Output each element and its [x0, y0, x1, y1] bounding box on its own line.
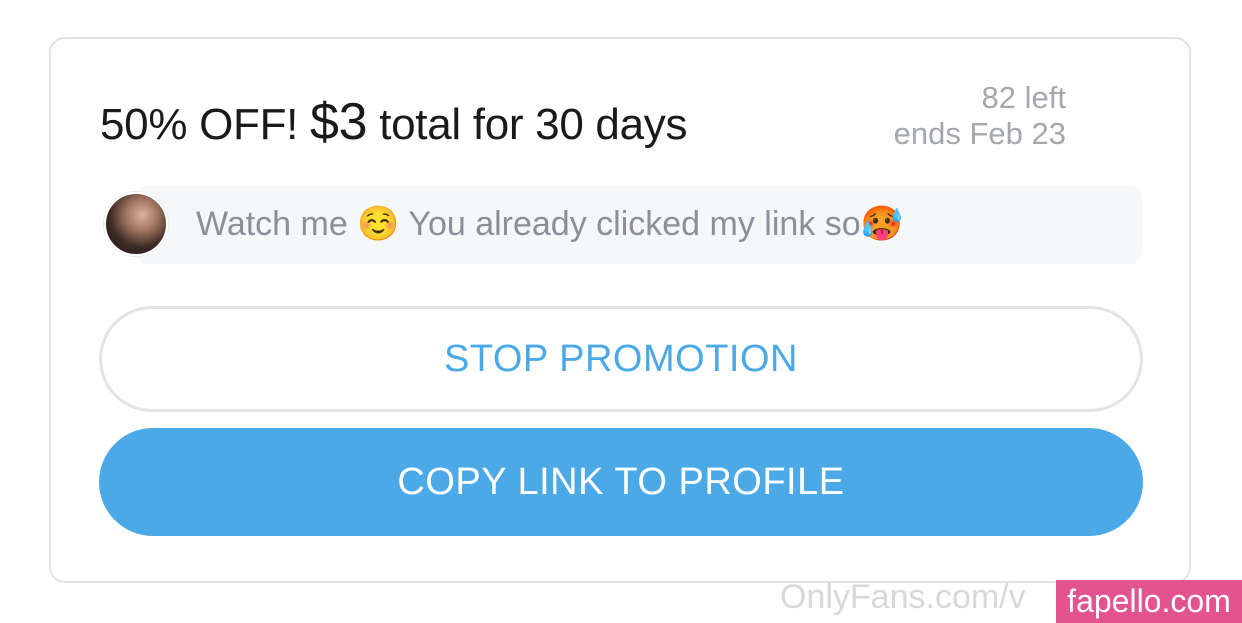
promotion-price: $3	[310, 93, 368, 151]
site-watermark: OnlyFans.com/v	[780, 578, 1026, 616]
avatar	[104, 192, 168, 256]
promotion-title-prefix: 50% OFF!	[100, 100, 311, 149]
stop-promotion-button[interactable]: STOP PROMOTION	[99, 306, 1143, 412]
promotion-message-row: Watch me ☺️ You already clicked my link …	[104, 186, 1142, 264]
end-date: ends Feb 23	[893, 116, 1066, 151]
promotion-message: Watch me ☺️ You already clicked my link …	[196, 205, 904, 243]
watermark-badge: fapello.com	[1056, 580, 1242, 623]
remaining-count: 82 left	[981, 80, 1066, 115]
promotion-title: 50% OFF! $3 total for 30 days	[100, 92, 687, 152]
promotion-meta: 82 left ends Feb 23	[894, 80, 1066, 152]
promotion-title-suffix: total for 30 days	[367, 100, 688, 149]
copy-link-button[interactable]: COPY LINK TO PROFILE	[99, 428, 1143, 536]
